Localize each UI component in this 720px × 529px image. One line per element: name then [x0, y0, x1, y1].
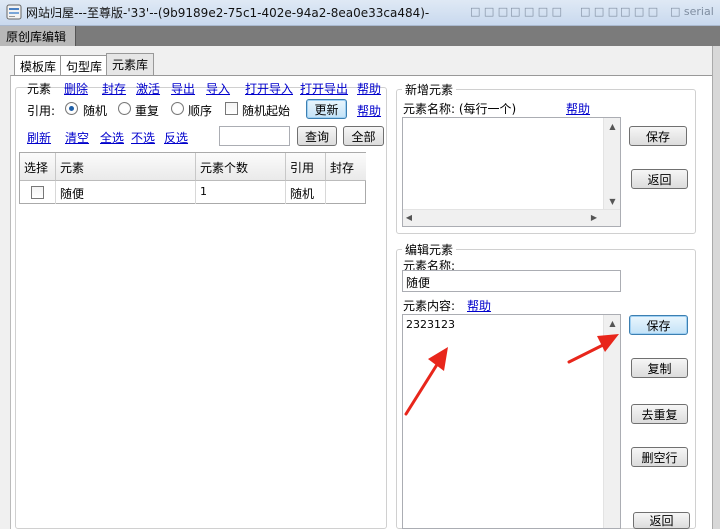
archive-link[interactable]: 封存 — [102, 80, 126, 97]
scroll-right-icon[interactable]: ▶ — [588, 213, 600, 222]
scroll-up-icon[interactable]: ▲ — [604, 122, 621, 131]
scroll-down-icon[interactable]: ▼ — [604, 197, 621, 206]
edit-element-title: 编辑元素 — [402, 241, 457, 258]
import-link[interactable]: 导入 — [206, 80, 230, 97]
new-element-hscrollbar[interactable]: ◀ ▶ — [403, 209, 620, 226]
open-import-link[interactable]: 打开导入 — [245, 80, 293, 97]
new-element-help-link[interactable]: 帮助 — [566, 100, 590, 117]
tab-sentence-library[interactable]: 句型库 — [60, 55, 109, 75]
delete-blank-lines-button[interactable]: 删空行 — [631, 447, 688, 467]
column-header-count[interactable]: 元素个数 — [196, 153, 286, 181]
new-element-back-button[interactable]: 返回 — [631, 169, 688, 189]
blurred-item: □ □ □ □ — [510, 5, 563, 18]
invert-selection-link[interactable]: 反选 — [164, 129, 188, 146]
edit-element-help-link[interactable]: 帮助 — [467, 297, 491, 314]
blurred-item: □ serial — [670, 5, 714, 18]
random-start-label: 随机起始 — [242, 104, 291, 118]
new-element-save-button[interactable]: 保存 — [629, 126, 687, 146]
select-none-link[interactable]: 不选 — [131, 129, 155, 146]
annotation-arrow-icon — [404, 347, 448, 416]
edit-element-save-button[interactable]: 保存 — [629, 315, 688, 335]
tab-element-library[interactable]: 元素库 — [106, 53, 155, 75]
column-header-archived[interactable]: 封存 — [326, 153, 366, 181]
section-strip — [0, 26, 720, 46]
annotation-arrow-icon — [567, 334, 619, 364]
column-header-element[interactable]: 元素 — [56, 153, 196, 181]
delete-link[interactable]: 删除 — [64, 80, 88, 97]
row-element-cell: 随便 — [56, 181, 196, 204]
new-element-name-label: 元素名称: (每行一个) — [403, 102, 517, 116]
radio-random[interactable] — [65, 102, 78, 115]
row-reference-cell: 随机 — [286, 181, 326, 204]
edit-element-back-button[interactable]: 返回 — [633, 512, 690, 529]
copy-button[interactable]: 复制 — [631, 358, 688, 378]
radio-repeat[interactable] — [118, 102, 131, 115]
element-table: 选择 元素 元素个数 引用 封存 随便 1 随机 — [19, 152, 366, 204]
window-title: 网站归屋---至尊版-'33'--(9b9189e2-75c1-402e-94a… — [26, 6, 430, 20]
new-element-vscrollbar[interactable]: ▲ ▼ — [603, 118, 620, 209]
column-header-reference[interactable]: 引用 — [286, 153, 326, 181]
blurred-item: □ □ □ — [580, 5, 619, 18]
reference-label: 引用: — [27, 104, 56, 118]
row-count-cell: 1 — [196, 181, 286, 204]
edit-element-content-label: 元素内容: — [403, 299, 456, 313]
show-all-button[interactable]: 全部 — [343, 126, 384, 146]
scroll-left-icon[interactable]: ◀ — [403, 213, 415, 222]
refresh-update-button[interactable]: 更新 — [306, 99, 347, 119]
blurred-item: □ □ □ — [470, 5, 509, 18]
radio-sequential[interactable] — [171, 102, 184, 115]
help-link[interactable]: 帮助 — [357, 80, 381, 97]
radio-sequential-label: 顺序 — [188, 104, 213, 118]
row-archived-cell — [326, 181, 366, 204]
reload-link[interactable]: 刷新 — [27, 129, 51, 146]
scroll-up-icon[interactable]: ▲ — [604, 319, 621, 328]
radio-repeat-label: 重复 — [135, 104, 160, 118]
activate-link[interactable]: 激活 — [136, 80, 160, 97]
tab-template-library[interactable]: 模板库 — [14, 55, 63, 75]
random-start-checkbox[interactable] — [225, 102, 238, 115]
column-header-select[interactable]: 选择 — [20, 153, 56, 181]
new-element-textarea[interactable]: ▲ ▼ ◀ ▶ — [402, 117, 621, 227]
radio-random-label: 随机 — [83, 104, 108, 118]
edit-element-content-text: 2323123 — [406, 318, 455, 331]
window-right-edge — [712, 46, 720, 529]
query-button[interactable]: 查询 — [297, 126, 337, 146]
export-link[interactable]: 导出 — [171, 80, 195, 97]
row-checkbox[interactable] — [31, 186, 44, 199]
search-input[interactable] — [219, 126, 290, 146]
title-bar-menu-blurred: □ □ □ □ □ □ □ □ □ □ □ □ □ □ serial — [470, 2, 720, 22]
element-label: 元素 — [27, 82, 52, 96]
clear-link[interactable]: 清空 — [65, 129, 89, 146]
new-element-title: 新增元素 — [402, 81, 457, 98]
app-icon — [6, 4, 22, 20]
title-bar: 网站归屋---至尊版-'33'--(9b9189e2-75c1-402e-94a… — [0, 0, 720, 26]
section-tab-original-library[interactable]: 原创库编辑 — [0, 26, 76, 46]
reference-help-link[interactable]: 帮助 — [357, 102, 381, 119]
blurred-item: □ □ □ — [620, 5, 659, 18]
table-row[interactable]: 随便 1 随机 — [20, 181, 366, 204]
edit-element-name-input[interactable]: 随便 — [402, 270, 621, 292]
remove-duplicates-button[interactable]: 去重复 — [631, 404, 688, 424]
row-select-cell — [20, 181, 56, 204]
select-all-link[interactable]: 全选 — [100, 129, 124, 146]
open-export-link[interactable]: 打开导出 — [300, 80, 348, 97]
